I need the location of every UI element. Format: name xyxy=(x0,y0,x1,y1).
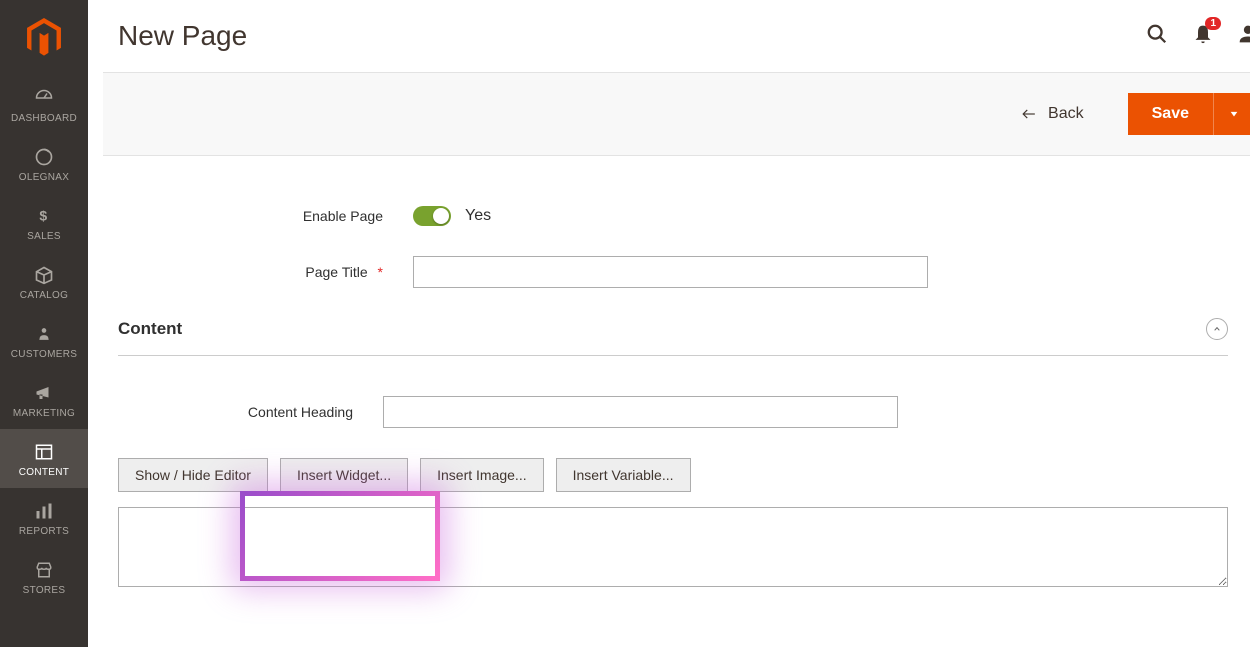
enable-page-row: Enable Page Yes xyxy=(118,206,1250,226)
nav-label: CONTENT xyxy=(19,467,69,478)
main-content: New Page 1 Back Save Enabl xyxy=(88,0,1250,647)
toggle-editor-button[interactable]: Show / Hide Editor xyxy=(118,458,268,492)
svg-text:$: $ xyxy=(39,208,47,224)
nav-dashboard[interactable]: DASHBOARD xyxy=(0,75,88,134)
notifications-icon[interactable]: 1 xyxy=(1193,23,1213,50)
sales-icon: $ xyxy=(37,205,51,227)
nav-label: DASHBOARD xyxy=(11,113,77,124)
page-header: New Page 1 xyxy=(88,0,1250,62)
action-bar: Back Save xyxy=(103,72,1250,156)
save-dropdown[interactable] xyxy=(1213,93,1250,135)
catalog-icon xyxy=(34,264,54,286)
page-title-input[interactable] xyxy=(413,256,928,288)
enable-page-toggle[interactable] xyxy=(413,206,451,226)
nav-label: OLEGNAX xyxy=(19,172,69,183)
chevron-up-icon xyxy=(1206,318,1228,340)
nav-label: STORES xyxy=(23,585,66,596)
content-section-title: Content xyxy=(118,319,182,339)
content-heading-row: Content Heading xyxy=(118,396,1228,428)
insert-variable-button[interactable]: Insert Variable... xyxy=(556,458,691,492)
enable-page-label: Enable Page xyxy=(118,208,413,224)
page-title: New Page xyxy=(118,20,1146,52)
nav-label: CATALOG xyxy=(20,290,68,301)
save-split-button: Save xyxy=(1128,93,1250,135)
insert-widget-button[interactable]: Insert Widget... xyxy=(280,458,408,492)
required-indicator: * xyxy=(378,264,383,280)
marketing-icon xyxy=(34,382,54,404)
magento-logo[interactable] xyxy=(0,0,88,75)
enable-page-value: Yes xyxy=(465,207,491,225)
page-title-label: Page Title xyxy=(305,264,367,280)
content-editor[interactable] xyxy=(118,507,1228,587)
nav-customers[interactable]: CUSTOMERS xyxy=(0,311,88,370)
content-heading-label: Content Heading xyxy=(118,404,383,420)
olegnax-icon xyxy=(34,146,54,168)
content-heading-input[interactable] xyxy=(383,396,898,428)
content-icon xyxy=(34,441,54,463)
page-title-row: Page Title * xyxy=(118,256,1250,288)
account-icon[interactable] xyxy=(1238,24,1250,49)
back-label: Back xyxy=(1048,105,1084,123)
customers-icon xyxy=(37,323,51,345)
nav-label: MARKETING xyxy=(13,408,75,419)
stores-icon xyxy=(34,559,54,581)
nav-label: SALES xyxy=(27,231,61,242)
save-button[interactable]: Save xyxy=(1128,93,1213,135)
nav-marketing[interactable]: MARKETING xyxy=(0,370,88,429)
editor-toolbar: Show / Hide Editor Insert Widget... Inse… xyxy=(118,458,1228,492)
nav-catalog[interactable]: CATALOG xyxy=(0,252,88,311)
content-section: Content Content Heading Show / Hide Edit… xyxy=(118,318,1228,592)
nav-stores[interactable]: STORES xyxy=(0,547,88,606)
form-area: Enable Page Yes Page Title * Content Con… xyxy=(88,156,1250,612)
admin-sidebar: DASHBOARD OLEGNAX $ SALES CATALOG CUSTOM… xyxy=(0,0,88,647)
notification-badge: 1 xyxy=(1205,17,1221,30)
nav-olegnax[interactable]: OLEGNAX xyxy=(0,134,88,193)
nav-label: REPORTS xyxy=(19,526,69,537)
toggle-knob xyxy=(433,208,449,224)
reports-icon xyxy=(35,500,53,522)
nav-content[interactable]: CONTENT xyxy=(0,429,88,488)
insert-image-button[interactable]: Insert Image... xyxy=(420,458,543,492)
search-icon[interactable] xyxy=(1146,23,1168,50)
nav-reports[interactable]: REPORTS xyxy=(0,488,88,547)
content-section-header[interactable]: Content xyxy=(118,318,1228,356)
nav-label: CUSTOMERS xyxy=(11,349,77,360)
nav-sales[interactable]: $ SALES xyxy=(0,193,88,252)
back-button[interactable]: Back xyxy=(1008,97,1096,131)
dashboard-icon xyxy=(33,87,55,109)
